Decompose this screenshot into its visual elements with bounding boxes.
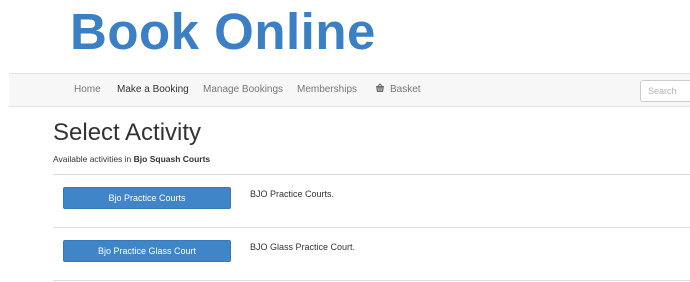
nav-memberships-link[interactable]: Memberships	[297, 74, 357, 106]
brand-title: Book Online	[70, 3, 376, 60]
venue-name: Bjo Squash Courts	[133, 154, 211, 164]
nav-home-link[interactable]: Home	[74, 74, 101, 106]
venue-subtitle: Available activities in Bjo Squash Court…	[53, 153, 210, 165]
nav-make-booking-link[interactable]: Make a Booking	[117, 74, 189, 106]
activity-row: Bjo Practice Courts BJO Practice Courts.	[53, 174, 690, 227]
search-input[interactable]	[640, 80, 690, 102]
subtitle-prefix: Available activities in	[53, 154, 132, 164]
nav-basket-link[interactable]: Basket	[375, 74, 421, 106]
nav-manage-bookings-link[interactable]: Manage Bookings	[203, 74, 283, 106]
activity-button-practice-courts[interactable]: Bjo Practice Courts	[63, 187, 231, 209]
activity-button-practice-glass-court[interactable]: Bjo Practice Glass Court	[63, 240, 231, 262]
page-title: Select Activity	[53, 119, 202, 146]
navbar: Home Make a Booking Manage Bookings Memb…	[9, 73, 690, 107]
activity-row: Bjo Practice Glass Court BJO Glass Pract…	[53, 227, 690, 280]
basket-icon	[376, 83, 384, 92]
activity-description: BJO Practice Courts.	[250, 189, 335, 199]
divider	[53, 280, 690, 281]
activity-description: BJO Glass Practice Court.	[250, 242, 356, 252]
nav-basket-label: Basket	[390, 84, 421, 95]
